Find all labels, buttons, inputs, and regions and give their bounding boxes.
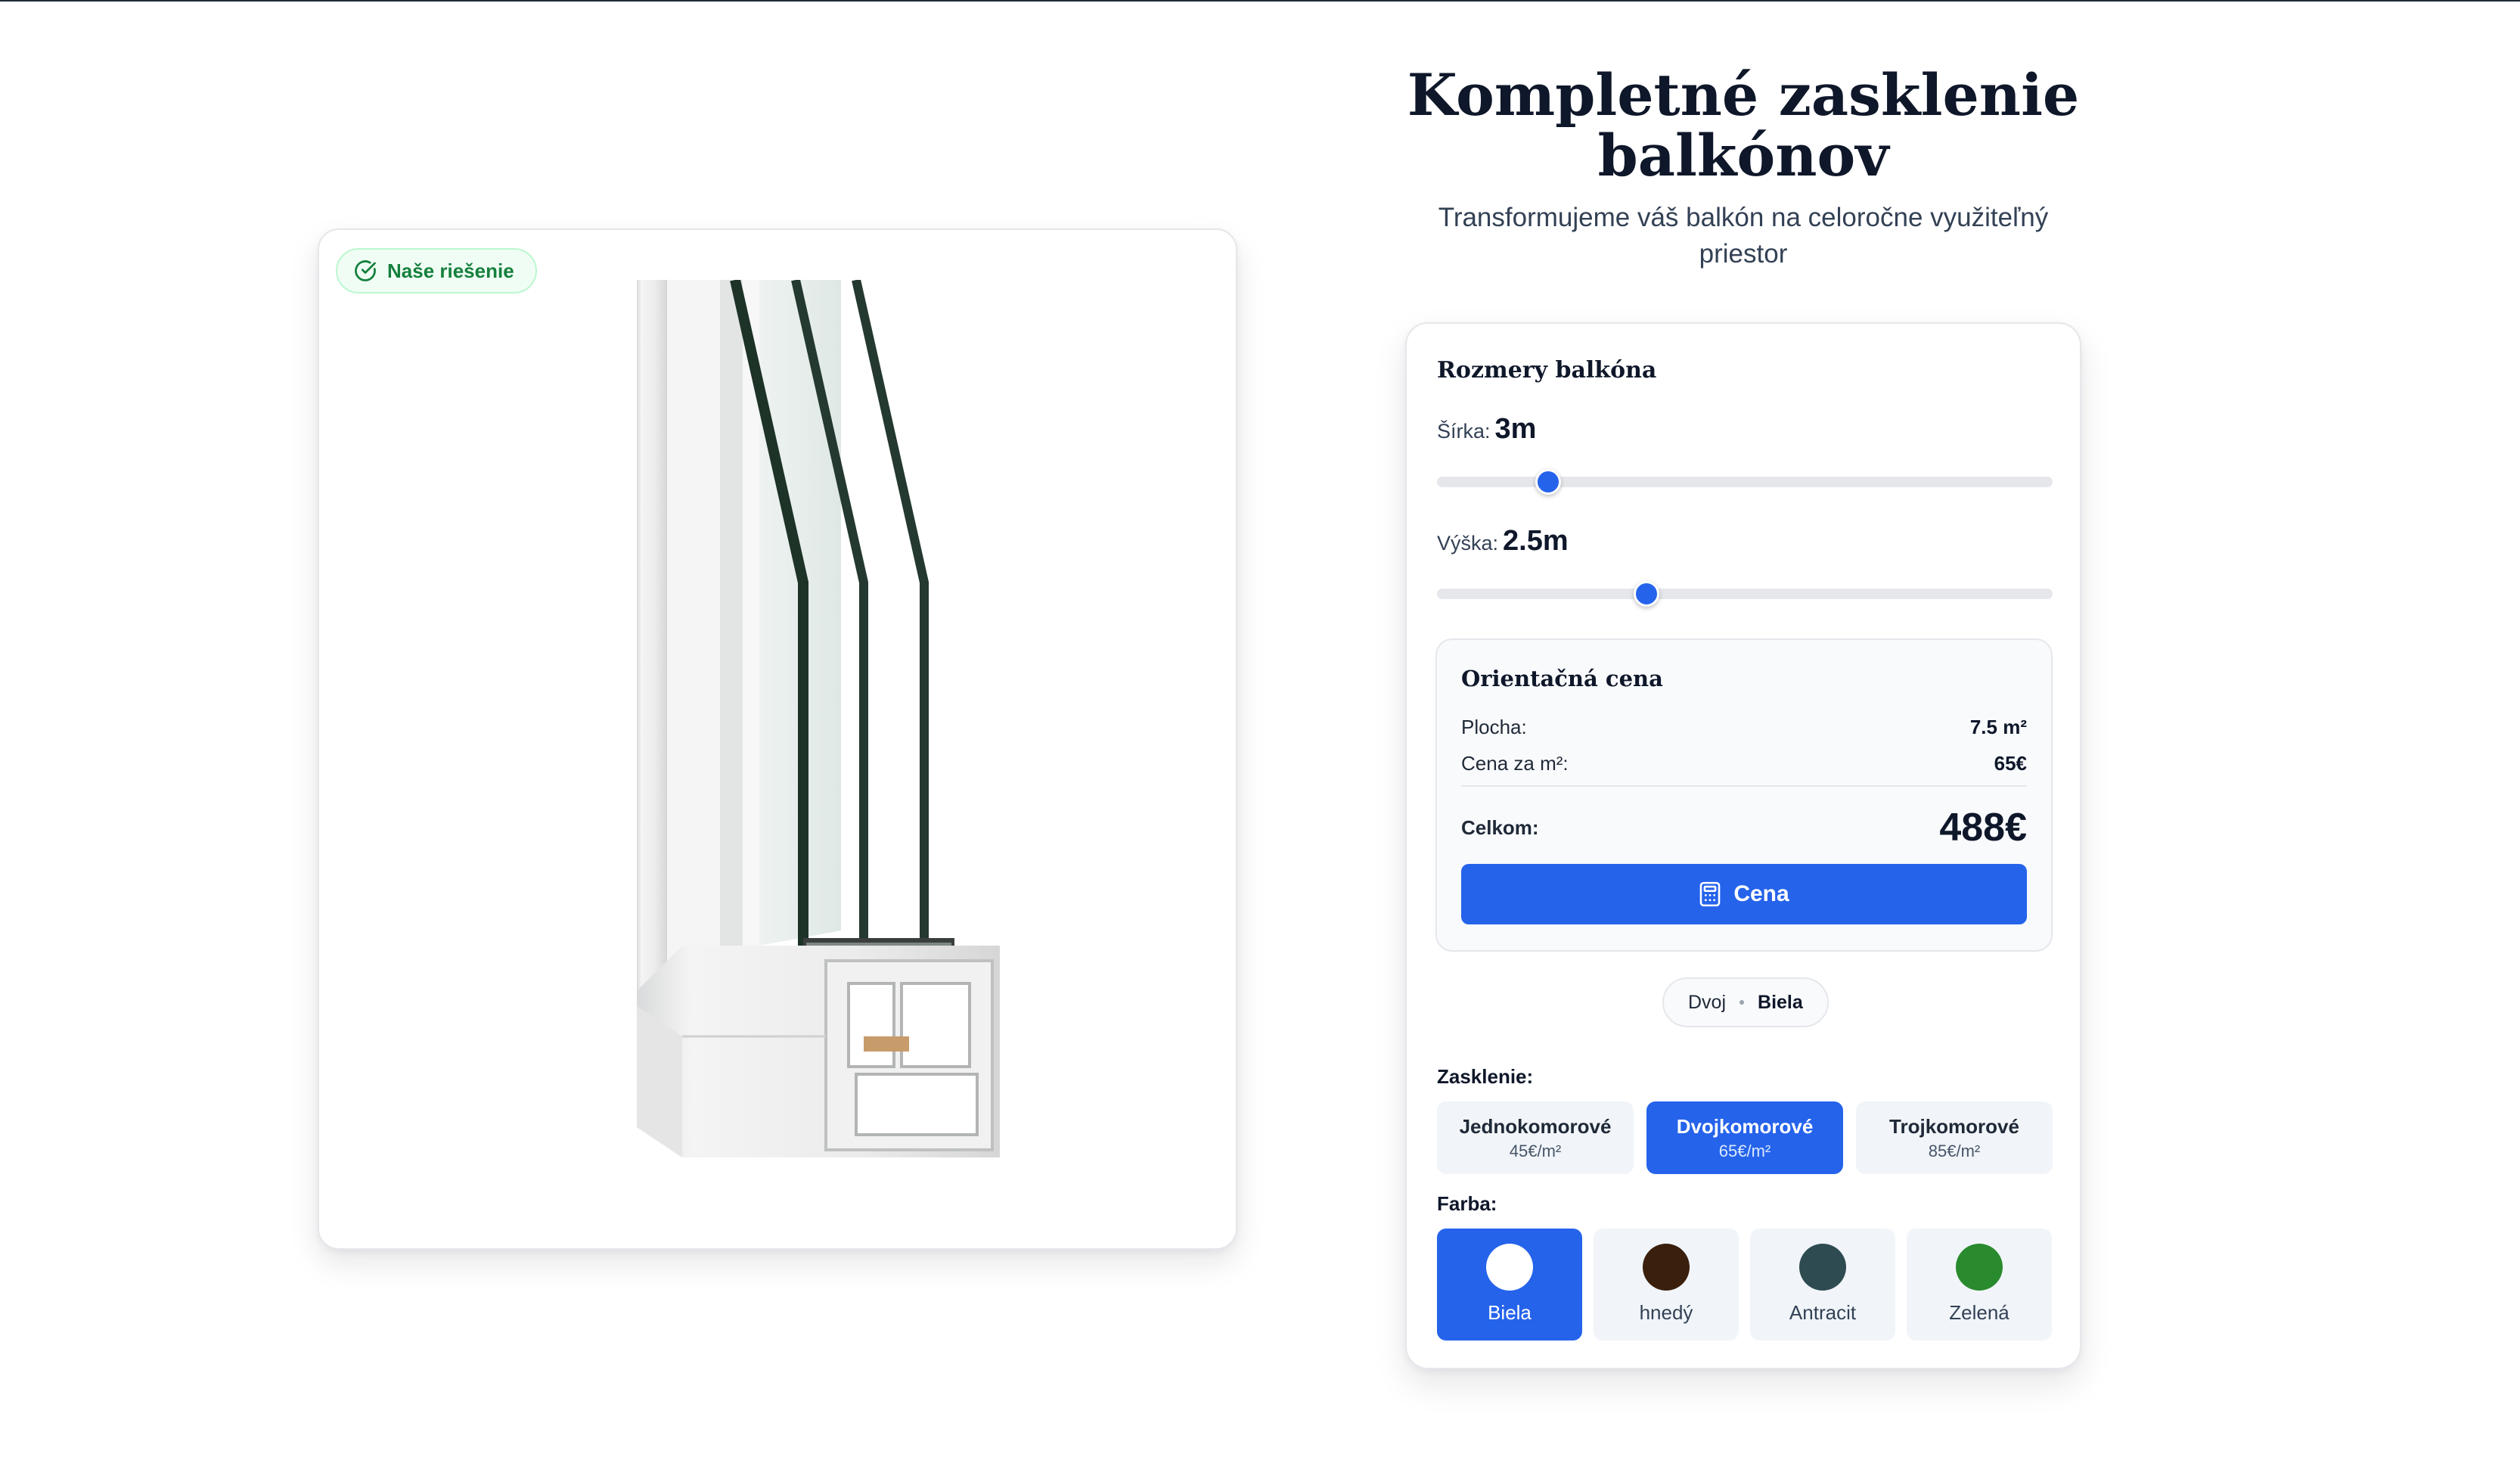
unit-price-value: 65€ (1994, 752, 2027, 775)
calculator-icon (1699, 881, 1721, 907)
separator-dot (1739, 1000, 1745, 1005)
glazing-option-trojkomorove[interactable]: Trojkomorové 85€/m² (1856, 1101, 2053, 1174)
glazing-option-jednokomorove[interactable]: Jednokomorové 45€/m² (1437, 1101, 1634, 1174)
price-title: Orientačná cena (1461, 666, 1663, 691)
height-value: 2.5m (1503, 525, 1569, 557)
area-value: 7.5 m² (1969, 716, 2027, 738)
check-circle-icon (354, 259, 377, 282)
divider (1461, 785, 2027, 787)
width-label: Šírka: 3m (1437, 413, 1537, 445)
height-slider-thumb[interactable] (1633, 581, 1659, 607)
window-profile-image (637, 280, 1000, 1157)
price-summary-box: Orientačná cena Plocha: 7.5 m² Cena za m… (1435, 638, 2053, 952)
color-option-biela[interactable]: Biela (1437, 1229, 1582, 1341)
product-image-card: Naše riešenie (318, 228, 1237, 1250)
summary-color: Biela (1758, 991, 1803, 1013)
badge-label: Naše riešenie (387, 259, 514, 282)
price-button[interactable]: Cena (1461, 864, 2027, 924)
glazing-label: Zasklenie: (1437, 1065, 1534, 1088)
dimensions-title: Rozmery balkóna (1437, 357, 1657, 384)
configurator-card: Rozmery balkóna Šírka: 3m Výška: 2.5m Orie… (1405, 322, 2081, 1369)
summary-glazing: Dvoj (1688, 991, 1727, 1013)
color-option-zelena[interactable]: Zelená (1907, 1229, 2052, 1341)
price-button-label: Cena (1733, 881, 1789, 906)
color-swatch (1486, 1244, 1533, 1291)
width-slider[interactable] (1437, 469, 2053, 495)
glazing-option-dvojkomorove[interactable]: Dvojkomorové 65€/m² (1646, 1101, 1843, 1174)
color-swatch (1956, 1244, 2003, 1291)
color-label: Farba: (1437, 1192, 1497, 1215)
solution-badge: Naše riešenie (336, 248, 537, 294)
color-option-hnedy[interactable]: hnedý (1594, 1229, 1739, 1341)
page-title: Kompletné zasklenie balkónov (1407, 61, 2080, 189)
area-row: Plocha: 7.5 m² (1461, 716, 2027, 738)
color-swatch (1799, 1244, 1846, 1291)
unit-price-row: Cena za m²: 65€ (1461, 752, 2027, 775)
page-subtitle: Transformujeme váš balkón na celoročne v… (1438, 203, 2049, 269)
height-slider[interactable] (1437, 581, 2053, 607)
width-slider-thumb[interactable] (1535, 469, 1561, 495)
total-price: 488€ (1939, 806, 2027, 850)
color-option-antracit[interactable]: Antracit (1750, 1229, 1895, 1341)
selection-summary: Dvoj Biela (1662, 977, 1829, 1027)
color-swatch (1643, 1244, 1690, 1291)
width-value: 3m (1494, 413, 1537, 445)
total-row: Celkom: 488€ (1461, 806, 2027, 850)
height-label: Výška: 2.5m (1437, 525, 1569, 557)
